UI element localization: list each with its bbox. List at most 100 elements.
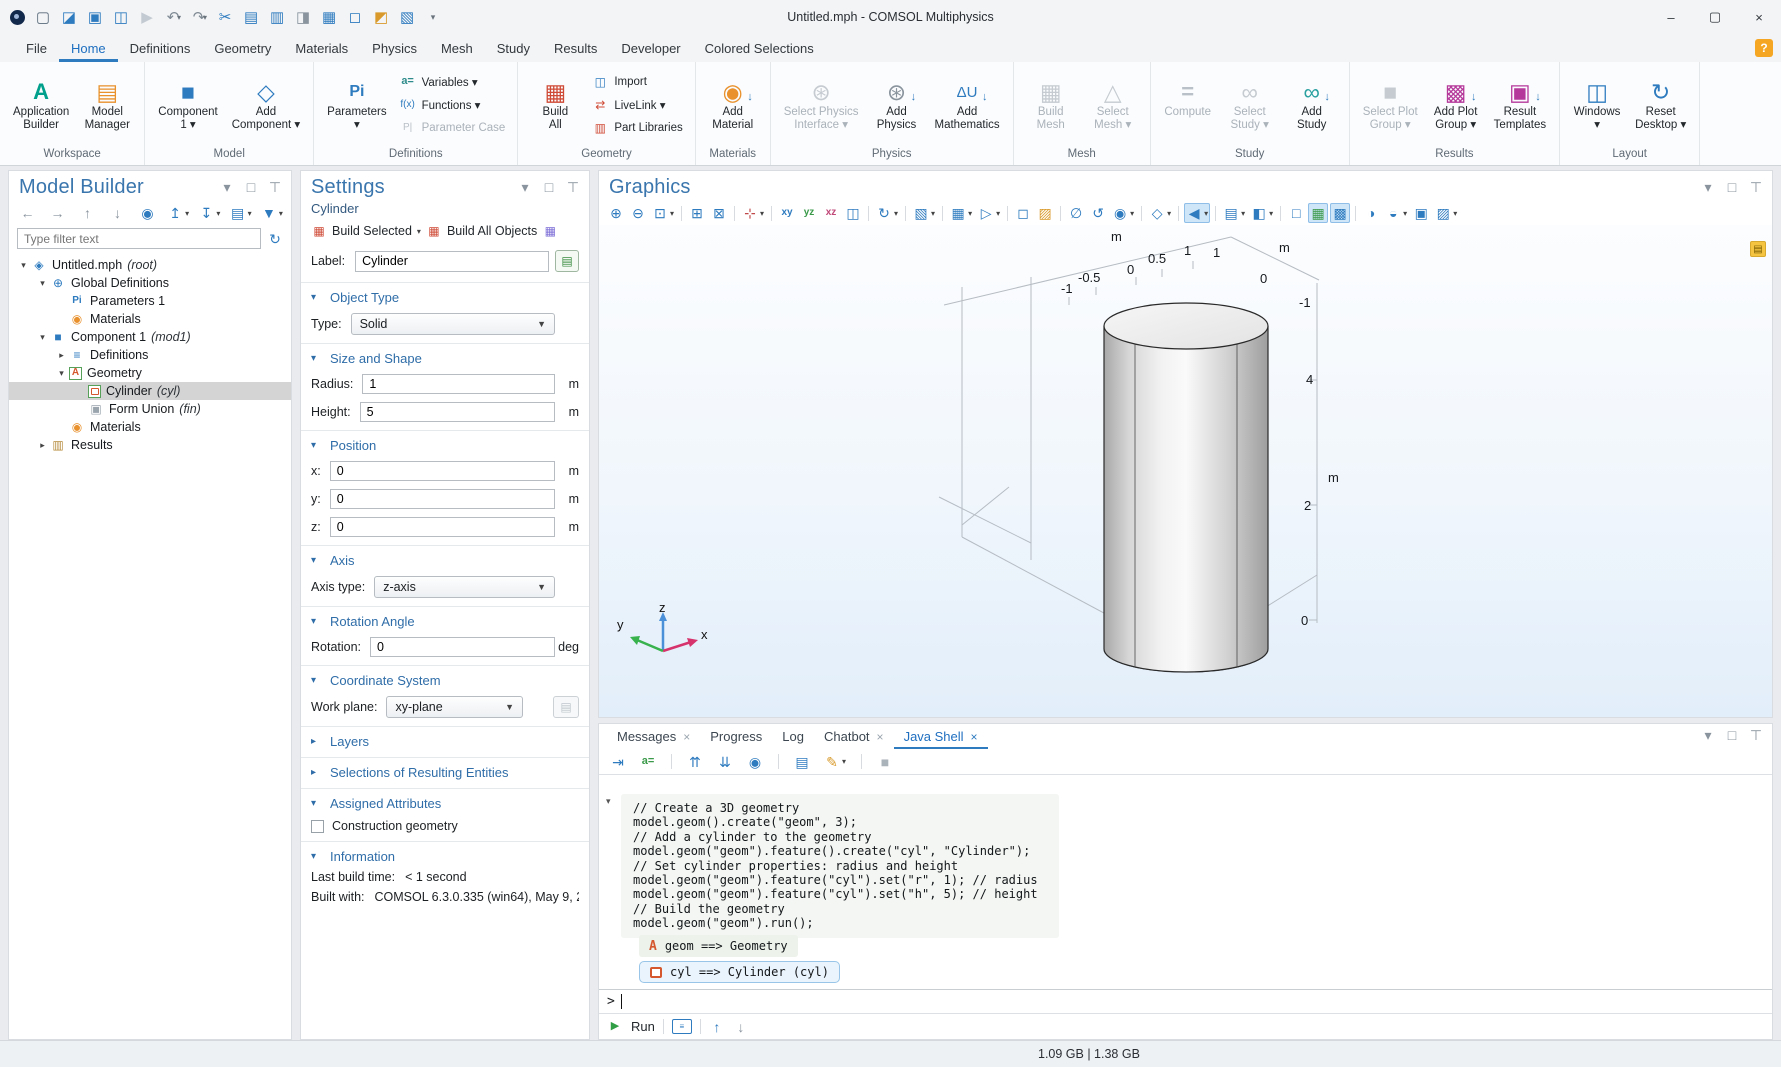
menu-item-colored-selections[interactable]: Colored Selections xyxy=(693,34,826,62)
sort-asc-button[interactable]: ⇈ xyxy=(685,752,705,772)
view-yz-button[interactable]: yz xyxy=(799,203,819,223)
tree-node-results[interactable]: ▸▥Results xyxy=(9,436,291,454)
tree-expander-icon[interactable]: ▸ xyxy=(36,440,49,451)
tree-node-cylinder[interactable]: Cylinder(cyl) xyxy=(9,382,291,400)
expand-all-caret-icon[interactable]: ▾ xyxy=(185,209,189,218)
field-input-rotation[interactable] xyxy=(370,637,555,657)
undo-button[interactable]: ↶▾ xyxy=(165,8,181,26)
section-chevron-icon[interactable]: ▸ xyxy=(311,767,321,778)
tree-node-component-1[interactable]: ▾■Component 1(mod1) xyxy=(9,328,291,346)
windows-button[interactable]: ◫Windows▾ xyxy=(1567,65,1627,144)
panel-pin-icon[interactable]: ⊤ xyxy=(267,178,283,196)
clean-button[interactable]: ✎▾ xyxy=(822,752,848,772)
menu-item-geometry[interactable]: Geometry xyxy=(202,34,283,62)
sound-button[interactable]: ◀▾ xyxy=(1184,203,1210,223)
build-selected-button[interactable]: ▦Build Selected▾ xyxy=(311,222,421,240)
section-chevron-icon[interactable]: ▾ xyxy=(311,616,321,627)
section-header[interactable]: ▾Rotation Angle xyxy=(311,614,579,629)
tree-expander-icon[interactable]: ▾ xyxy=(17,260,30,271)
declare-button[interactable]: a= xyxy=(638,752,658,772)
update-caret-icon[interactable]: ▾ xyxy=(894,209,898,218)
panel-collapse-icon[interactable]: ▾ xyxy=(517,178,533,196)
help-button[interactable]: ? xyxy=(1755,39,1773,57)
section-header[interactable]: ▾Assigned Attributes xyxy=(311,796,579,811)
section-header[interactable]: ▾Object Type xyxy=(311,290,579,305)
section-header[interactable]: ▸Layers xyxy=(311,734,579,749)
stop-button[interactable]: ■ xyxy=(875,752,895,772)
field-select-type[interactable]: Solid▼ xyxy=(351,313,555,335)
field-input-height[interactable] xyxy=(360,402,555,422)
section-chevron-icon[interactable]: ▾ xyxy=(311,353,321,364)
wireframe-rendering-button[interactable]: ◇▾ xyxy=(1147,203,1173,223)
nav-forward-button[interactable]: → xyxy=(48,203,67,223)
paste-special-button[interactable]: ◨ xyxy=(295,8,311,26)
section-chevron-icon[interactable]: ▸ xyxy=(311,736,321,747)
color-theme-button[interactable]: ◑ xyxy=(1361,203,1381,223)
build-insert-button[interactable]: ▦ xyxy=(542,222,558,240)
move-up-button[interactable]: ↑ xyxy=(78,203,97,223)
tree-expander-icon[interactable]: ▾ xyxy=(36,278,49,289)
tree-node-materials[interactable]: ◉Materials xyxy=(9,310,291,328)
history-down-icon[interactable]: ↓ xyxy=(733,1018,749,1036)
panel-collapse-icon[interactable]: ▾ xyxy=(1700,178,1716,196)
find-button[interactable]: ▧ xyxy=(399,8,415,26)
reset-hiding-button[interactable]: ↺ xyxy=(1088,203,1108,223)
build-all-objects-button[interactable]: ▦Build All Objects xyxy=(426,222,537,240)
tab-chatbot[interactable]: Chatbot× xyxy=(814,724,894,749)
new-file-button[interactable]: ▢ xyxy=(35,8,51,26)
add-mathematics-button[interactable]: ΔU↓AddMathematics xyxy=(929,65,1006,144)
menu-item-home[interactable]: Home xyxy=(59,34,118,62)
panel-float-icon[interactable]: □ xyxy=(1724,178,1740,196)
hide-objects-button[interactable]: ∅ xyxy=(1066,203,1086,223)
section-header[interactable]: ▾Size and Shape xyxy=(311,351,579,366)
panel-float-icon[interactable]: □ xyxy=(541,178,557,196)
scene-projection-button[interactable]: ◫ xyxy=(843,203,863,223)
import-button[interactable]: ◫Import xyxy=(592,72,682,91)
tree-node-parameters-1[interactable]: PiParameters 1 xyxy=(9,292,291,310)
clean-caret-icon[interactable]: ▾ xyxy=(842,757,846,766)
shell-prompt-row[interactable]: > xyxy=(599,989,1772,1013)
run-button[interactable]: Run xyxy=(631,1019,655,1034)
result-templates-button[interactable]: ▣↓ResultTemplates xyxy=(1488,65,1552,144)
panel-collapse-icon[interactable]: ▾ xyxy=(219,178,235,196)
paste-button[interactable]: ▥ xyxy=(269,8,285,26)
scene-appearance-button[interactable]: ▧▾ xyxy=(911,203,937,223)
view-xy-button[interactable]: xy xyxy=(777,203,797,223)
reset-desktop-button[interactable]: ↻ResetDesktop ▾ xyxy=(1629,65,1692,144)
dock-window-button[interactable]: ◧▾ xyxy=(1249,203,1275,223)
tree-expander-icon[interactable]: ▸ xyxy=(55,350,68,361)
section-header[interactable]: ▾Information xyxy=(311,849,579,864)
tree-node-global-definitions[interactable]: ▾⊕Global Definitions xyxy=(9,274,291,292)
go-to-view-caret-icon[interactable]: ▾ xyxy=(760,209,764,218)
parameters-button[interactable]: PiParameters▾ xyxy=(321,65,392,144)
menu-item-mesh[interactable]: Mesh xyxy=(429,34,485,62)
menu-item-definitions[interactable]: Definitions xyxy=(118,34,203,62)
node-display-caret-icon[interactable]: ▾ xyxy=(248,209,252,218)
open-file-button[interactable]: ◪ xyxy=(61,8,77,26)
collapse-code-icon[interactable]: ▾ xyxy=(606,796,611,807)
delete-button[interactable]: ▦ xyxy=(321,8,337,26)
comsol-logo-button[interactable] xyxy=(10,10,25,25)
panel-collapse-icon[interactable]: ▾ xyxy=(1700,726,1716,744)
zoom-in-button[interactable]: ⊕ xyxy=(606,203,626,223)
record-caret-icon[interactable]: ▾ xyxy=(996,209,1000,218)
field-input-x[interactable] xyxy=(330,461,555,481)
tab-messages[interactable]: Messages× xyxy=(607,724,700,749)
add-material-button[interactable]: ◉↓AddMaterial xyxy=(703,65,763,144)
customize-quick-access-button[interactable]: ▾ xyxy=(425,8,441,26)
section-header[interactable]: ▸Selections of Resulting Entities xyxy=(311,765,579,780)
update-button[interactable]: ↻▾ xyxy=(874,203,900,223)
component-1-button[interactable]: ■Component1 ▾ xyxy=(152,65,223,144)
close-icon[interactable]: × xyxy=(971,730,978,744)
move-down-button[interactable]: ↓ xyxy=(108,203,127,223)
section-chevron-icon[interactable]: ▾ xyxy=(311,798,321,809)
model-manager-button[interactable]: ▤ModelManager xyxy=(77,65,137,144)
panel-pin-icon[interactable]: ⊤ xyxy=(565,178,581,196)
menu-item-developer[interactable]: Developer xyxy=(609,34,692,62)
tree-node-materials[interactable]: ◉Materials xyxy=(9,418,291,436)
close-icon[interactable]: × xyxy=(877,730,884,744)
copy-graphics-caret-icon[interactable]: ▾ xyxy=(1241,209,1245,218)
livelink-button[interactable]: ⇄LiveLink ▾ xyxy=(592,95,682,114)
part-libraries-button[interactable]: ▥Part Libraries xyxy=(592,118,682,137)
zoom-out-button[interactable]: ⊖ xyxy=(628,203,648,223)
